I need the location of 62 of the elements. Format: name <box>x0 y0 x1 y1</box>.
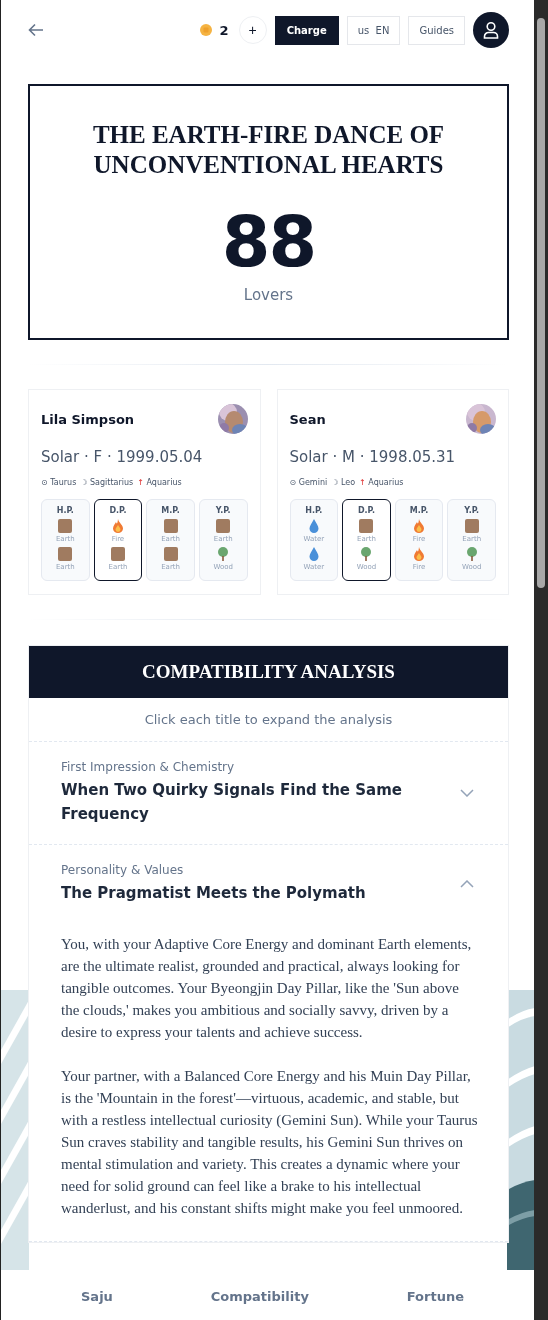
guides-button[interactable]: Guides <box>408 15 465 45</box>
zodiac-sign: ⊙ Taurus <box>41 478 77 487</box>
analysis-paragraph: Your partner, with a Balanced Core Energy and his Muin Day Pillar, is the 'Mountain in the forest'—virtuous, academic, and stable, but with a restless intellectual curiosity (Gemini Sun). While your Taurus Sun craves stability and tangible results, his Gemini Sun thrives on mental stimulation and variety. This creates a dynamic where your need for solid ground can feel like a brake to his intellectual wanderlust, and his constant shifts might make you feel unmoored. <box>61 1067 478 1218</box>
square-icon <box>216 519 231 533</box>
scrollbar[interactable] <box>534 0 548 1320</box>
square-icon <box>58 547 73 561</box>
nav-tab[interactable]: Saju <box>81 1288 113 1304</box>
section-title: The Pragmatist Meets the Polymath <box>61 883 366 904</box>
pillar-label: H.P. <box>305 506 323 515</box>
hint-text: Click each title to expand the analysis <box>29 698 508 742</box>
square-icon <box>359 519 374 533</box>
analysis-heading: COMPATIBILITY ANALYSIS <box>29 646 508 698</box>
square-icon <box>163 519 178 533</box>
person-name: Lila Simpson <box>41 411 135 427</box>
tree-icon <box>216 547 231 561</box>
square-icon <box>58 519 73 533</box>
section-category: First Impression & Chemistry <box>61 760 236 774</box>
pillar-label: D.P. <box>109 506 127 515</box>
chevron-up-icon <box>460 880 474 888</box>
pillar-label: D.P. <box>357 506 375 515</box>
language-button[interactable]: us EN <box>346 15 401 45</box>
compatibility-title: THE EARTH-FIRE DANCE OF UNCONVENTIONAL HEARTS <box>91 120 446 180</box>
zodiac-sign: ↑ Aquarius <box>137 478 182 487</box>
accordion-header[interactable]: Personality & Values The Pragmatist Meets the Polymath <box>29 845 508 923</box>
tree-icon <box>464 547 479 561</box>
square-icon <box>110 547 125 561</box>
square-icon <box>464 519 479 533</box>
birth-details: Solar · M · 1998.05.31 <box>289 448 457 466</box>
zodiac-sign: ⊙ Gemini <box>289 478 328 487</box>
nav-tab[interactable]: Compatibility <box>210 1288 309 1304</box>
square-icon <box>163 547 178 561</box>
charge-button[interactable]: Charge <box>274 15 339 45</box>
pillar-label: Y.P. <box>215 506 231 515</box>
compatibility-score: 88 <box>220 200 317 284</box>
zodiac-sign: ☽ Leo <box>331 478 356 487</box>
nav-tab[interactable]: Fortune <box>406 1288 464 1304</box>
profile-button[interactable] <box>473 12 509 48</box>
flame-icon <box>412 519 427 533</box>
pillar-label: Y.P. <box>464 506 480 515</box>
flame-icon <box>110 519 125 533</box>
pillar-label: M.P. <box>409 506 429 515</box>
water-drop-icon <box>306 547 321 561</box>
water-drop-icon <box>306 519 321 533</box>
flame-icon <box>412 547 427 561</box>
section-title: When Two Quirky Signals Find the Same Frequency <box>61 780 403 825</box>
pillar-label: H.P. <box>56 506 74 515</box>
pillar-label: M.P. <box>161 506 180 515</box>
chevron-down-icon <box>460 789 474 797</box>
section-category: Personality & Values <box>61 863 185 877</box>
coin-icon <box>199 24 212 36</box>
person-name: Sean <box>289 411 326 427</box>
zodiac-sign: ☽ Sagittarius <box>80 478 134 487</box>
score-label: Lovers <box>242 286 295 304</box>
add-coins-button[interactable]: + <box>238 16 267 44</box>
tree-icon <box>359 547 374 561</box>
accordion-header[interactable]: First Impression & Chemistry When Two Quirky Signals Find the Same Frequency <box>29 742 508 844</box>
analysis-paragraph: You, with your Adaptive Core Energy and dominant Earth elements, are the ultimate realist, grounded and practical, always looking for tangible outcomes. Your Byeongjin Day Pillar, like the 'Sun above the clouds,' makes you ambitious and socially savvy, driven by a desire to express your talents and achieve success. <box>61 935 473 1042</box>
person-icon <box>481 20 501 40</box>
back-arrow-icon[interactable] <box>28 23 44 37</box>
zodiac-sign: ↑ Aquarius <box>359 478 404 487</box>
coin-count: 2 <box>219 22 229 38</box>
birth-details: Solar · F · 1999.05.04 <box>41 448 204 466</box>
